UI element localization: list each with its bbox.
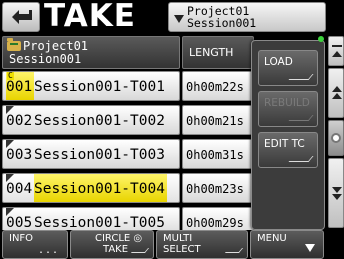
scroll-up-button[interactable] [328, 36, 344, 66]
corner-mark-icon [6, 140, 14, 148]
current-take-mark: C [7, 71, 14, 80]
screen-title: TAKE [44, 0, 136, 34]
project-session-selector[interactable]: Project01 Session001 [168, 2, 326, 32]
back-arrow-icon [12, 10, 32, 24]
menu-button[interactable]: MENU [250, 230, 324, 259]
back-button[interactable] [2, 2, 40, 32]
take-length-cell: 0h00m21s [182, 105, 254, 135]
take-number: C 001 [6, 72, 34, 100]
corner-mark-icon [6, 174, 14, 182]
menu-triangle-icon [305, 244, 315, 252]
ellipsis-icon: ... [37, 245, 59, 256]
folder-icon [7, 38, 21, 51]
scroll-knob-icon [331, 133, 341, 143]
take-length-cell: 0h00m23s [182, 173, 254, 203]
take-number: 003 [6, 140, 34, 168]
scroll-thumb[interactable] [328, 120, 344, 156]
corner-mark-icon [6, 208, 14, 216]
header-session: Session001 [9, 52, 82, 66]
page-up-button[interactable] [328, 68, 344, 118]
bottom-bar: INFO ... CIRCLE ◎ TAKE MULTI SELECT MENU [0, 230, 344, 259]
take-name-cell[interactable]: 003 Session001-T003 [2, 139, 180, 169]
take-name: Session001-T002 [34, 113, 165, 129]
info-button[interactable]: INFO ... [2, 230, 68, 259]
take-name-cell[interactable]: 002 Session001-T002 [2, 105, 180, 135]
multi-select-button[interactable]: MULTI SELECT [156, 230, 248, 259]
folder-header-button[interactable]: Project01 Session001 [2, 36, 180, 69]
page-down-icon [332, 187, 342, 200]
status-indicator [318, 36, 324, 42]
take-name-cell[interactable]: 004 Session001-T004 [2, 173, 180, 203]
take-number: 002 [6, 106, 34, 134]
length-column-header: LENGTH [182, 36, 254, 69]
session-name: Session001 [187, 16, 257, 30]
take-number: 004 [6, 174, 34, 202]
take-name-cell[interactable]: C 001 Session001-T001 [2, 71, 180, 101]
rebuild-button[interactable]: REBUILD [258, 91, 318, 127]
dropdown-triangle-icon [174, 15, 184, 23]
take-length-cell: 0h00m22s [182, 71, 254, 101]
take-name-selected: Session001-T004 [34, 174, 167, 202]
take-name: Session001-T001 [34, 79, 165, 95]
page-down-button[interactable] [328, 158, 344, 228]
take-popup-menu: LOAD REBUILD EDIT TC [251, 40, 325, 230]
title-bar: TAKE Project01 Session001 [0, 0, 344, 34]
scroll-up-icon [332, 45, 342, 57]
page-up-icon [332, 86, 342, 99]
edit-tc-button[interactable]: EDIT TC [258, 132, 318, 168]
circle-take-button[interactable]: CIRCLE ◎ TAKE [70, 230, 154, 259]
take-length-cell: 0h00m31s [182, 139, 254, 169]
corner-mark-icon [6, 106, 14, 114]
scrollbar[interactable] [327, 36, 344, 259]
load-button[interactable]: LOAD [258, 50, 318, 86]
take-name: Session001-T003 [34, 147, 165, 163]
